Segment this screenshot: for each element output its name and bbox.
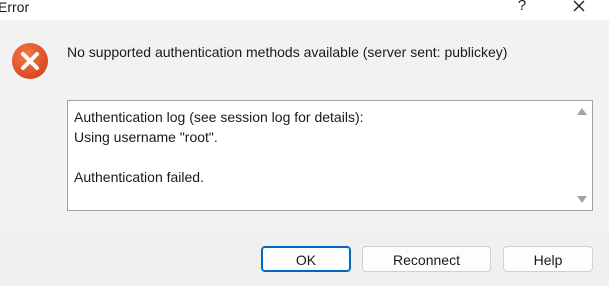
scroll-down-icon[interactable]: [577, 196, 587, 203]
title-bar: Error ?: [0, 0, 609, 20]
log-text: Authentication log (see session log for …: [74, 109, 364, 185]
close-icon: [573, 0, 585, 12]
scroll-up-icon[interactable]: [577, 108, 587, 115]
help-title-button[interactable]: ?: [512, 0, 532, 17]
ok-button[interactable]: OK: [261, 246, 351, 272]
log-scrollbar[interactable]: [573, 101, 592, 210]
close-button[interactable]: [566, 0, 592, 19]
error-icon: [11, 42, 49, 80]
window-title: Error: [0, 0, 30, 15]
error-message: No supported authentication methods avai…: [67, 44, 508, 60]
log-textbox[interactable]: Authentication log (see session log for …: [67, 100, 593, 211]
help-button[interactable]: Help: [503, 246, 593, 272]
reconnect-button[interactable]: Reconnect: [362, 246, 491, 272]
